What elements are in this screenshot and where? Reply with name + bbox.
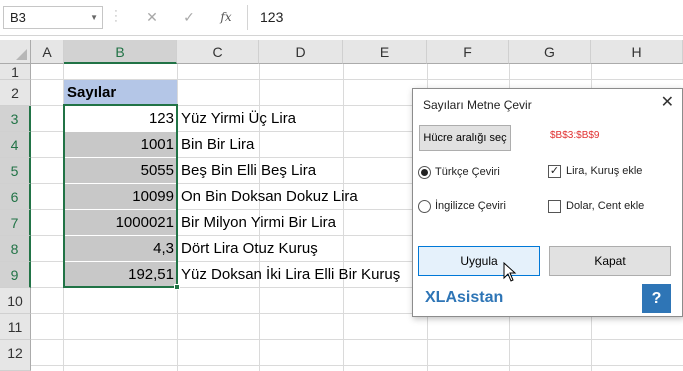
column-header-e[interactable]: E bbox=[343, 40, 427, 64]
close-button[interactable]: Kapat bbox=[549, 246, 671, 276]
brand-logo: XLAsistan bbox=[425, 289, 504, 306]
name-box-value: B3 bbox=[10, 10, 26, 25]
formula-bar-content[interactable]: 123 bbox=[260, 9, 283, 25]
cell-b2-header[interactable]: Sayılar bbox=[64, 80, 177, 105]
convert-numbers-dialog: Sayıları Metne Çevir ✕ Hücre aralığı seç… bbox=[412, 88, 683, 317]
english-option-label: İngilizce Çeviri bbox=[435, 200, 506, 212]
cell-c5[interactable]: Beş Bin Elli Beş Lira bbox=[181, 158, 316, 184]
lira-checkbox[interactable]: ✓ bbox=[548, 165, 561, 178]
apply-button[interactable]: Uygula bbox=[418, 246, 540, 276]
help-button[interactable]: ? bbox=[642, 284, 671, 313]
mouse-cursor-icon bbox=[503, 262, 517, 282]
column-header-c[interactable]: C bbox=[177, 40, 259, 64]
close-icon[interactable]: ✕ bbox=[661, 92, 674, 112]
chevron-down-icon[interactable]: ▼ bbox=[90, 13, 98, 22]
more-icon: · · · bbox=[114, 5, 118, 27]
dollar-checkbox-label: Dolar, Cent ekle bbox=[566, 200, 645, 212]
column-header-h[interactable]: H bbox=[591, 40, 683, 64]
cancel-icon[interactable]: ✕ bbox=[140, 7, 164, 27]
formula-bar-divider bbox=[247, 5, 248, 30]
lira-checkbox-label: Lira, Kuruş ekle bbox=[566, 165, 643, 177]
row-header-4[interactable]: 4 bbox=[0, 132, 31, 158]
column-header-f[interactable]: F bbox=[427, 40, 509, 64]
row-header-11[interactable]: 11 bbox=[0, 314, 31, 340]
select-range-button[interactable]: Hücre aralığı seç bbox=[419, 125, 511, 151]
cell-c3[interactable]: Yüz Yirmi Üç Lira bbox=[181, 106, 296, 132]
selection-border bbox=[63, 104, 178, 288]
formula-bar: B3 ▼ · · · ✕ ✓ fx 123 bbox=[0, 0, 683, 36]
turkish-radio[interactable] bbox=[418, 166, 431, 179]
range-value: $B$3:$B$9 bbox=[550, 130, 600, 141]
row-header-8[interactable]: 8 bbox=[0, 236, 31, 262]
row-header-7[interactable]: 7 bbox=[0, 210, 31, 236]
row-header-6[interactable]: 6 bbox=[0, 184, 31, 210]
row-header-1[interactable]: 1 bbox=[0, 64, 31, 80]
dollar-checkbox[interactable] bbox=[548, 200, 561, 213]
select-all-icon bbox=[16, 49, 27, 60]
column-header-a[interactable]: A bbox=[31, 40, 64, 64]
name-box[interactable]: B3 ▼ bbox=[3, 6, 103, 29]
row-header-3[interactable]: 3 bbox=[0, 106, 31, 132]
column-header-b[interactable]: B bbox=[64, 40, 177, 64]
cell-c4[interactable]: Bin Bir Lira bbox=[181, 132, 254, 158]
fill-handle[interactable] bbox=[174, 284, 180, 290]
row-header-10[interactable]: 10 bbox=[0, 288, 31, 314]
cell-c6[interactable]: On Bin Doksan Dokuz Lira bbox=[181, 184, 358, 210]
gridline bbox=[31, 339, 683, 340]
insert-function-button[interactable]: fx bbox=[214, 7, 238, 27]
gridline bbox=[31, 365, 683, 366]
row-header-5[interactable]: 5 bbox=[0, 158, 31, 184]
cell-c7[interactable]: Bir Milyon Yirmi Bir Lira bbox=[181, 210, 336, 236]
turkish-option-label: Türkçe Çeviri bbox=[435, 166, 500, 178]
cell-c9[interactable]: Yüz Doksan İki Lira Elli Bir Kuruş bbox=[181, 262, 400, 288]
column-header-d[interactable]: D bbox=[259, 40, 343, 64]
enter-icon[interactable]: ✓ bbox=[177, 7, 201, 27]
cell-c8[interactable]: Dört Lira Otuz Kuruş bbox=[181, 236, 318, 262]
row-header-12[interactable]: 12 bbox=[0, 340, 31, 371]
row-header-2[interactable]: 2 bbox=[0, 80, 31, 106]
column-header-g[interactable]: G bbox=[509, 40, 591, 64]
dialog-title: Sayıları Metne Çevir bbox=[423, 98, 532, 112]
row-header-9[interactable]: 9 bbox=[0, 262, 31, 288]
select-all-button[interactable] bbox=[0, 40, 31, 64]
gridline bbox=[343, 64, 344, 371]
english-radio[interactable] bbox=[418, 200, 431, 213]
